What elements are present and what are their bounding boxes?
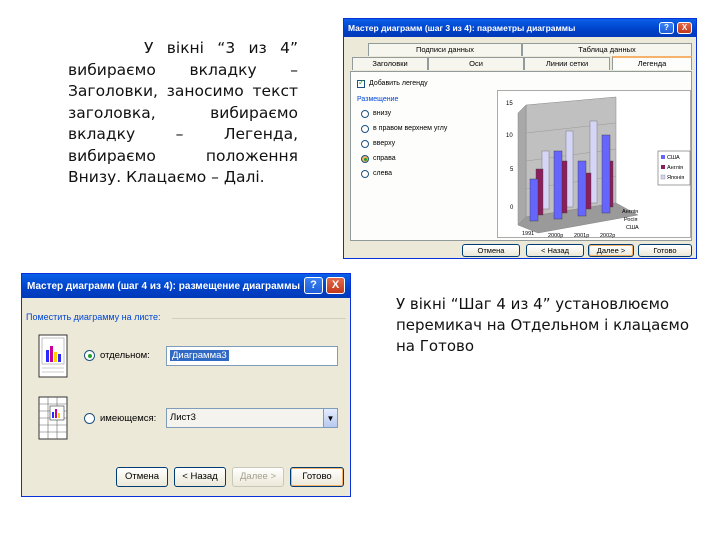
chart-wizard-step4-dialog: Мастер диаграмм (шаг 4 из 4): размещение… — [21, 273, 351, 497]
group-divider — [172, 318, 346, 319]
chart-bar — [553, 150, 563, 220]
existing-sheet-value: Лист3 — [170, 412, 196, 423]
sheet-name-value: Диаграмма3 — [170, 350, 229, 361]
cancel-button[interactable]: Отмена — [116, 467, 168, 487]
tab-data-table[interactable]: Таблица данных — [522, 43, 692, 56]
legend-entry: Японія — [667, 175, 684, 181]
radio-left[interactable] — [361, 170, 369, 178]
instruction-text-step3: У вікні “3 из 4” вибираємо вкладку – Заг… — [68, 38, 298, 189]
radio-right[interactable] — [361, 155, 369, 163]
tab-axes[interactable]: Оси — [428, 57, 524, 70]
tab-titles[interactable]: Заголовки — [352, 57, 428, 70]
legend-entry: Англія — [667, 165, 683, 171]
legend-swatch — [660, 174, 666, 180]
chart-preview-svg: 15 10 5 0 1991 2000р 2001р 2002р Англія … — [506, 96, 691, 239]
instruction-text-step3-first: У вікні “3 из 4” — [144, 39, 298, 57]
chart-bar — [529, 178, 539, 222]
chart-depth-label: США — [626, 225, 639, 231]
back-button[interactable]: < Назад — [174, 467, 226, 487]
existing-sheet-select[interactable]: Лист3 ▼ — [166, 408, 338, 428]
chart-depth-label: Росія — [624, 217, 637, 223]
radio-separate-sheet[interactable] — [84, 350, 95, 361]
next-button[interactable]: Далее > — [588, 244, 634, 257]
close-button[interactable]: X — [677, 22, 692, 34]
help-button[interactable]: ? — [659, 22, 674, 34]
radio-top-right-label: в правом верхнем углу — [373, 125, 448, 132]
chart-y-tick: 15 — [506, 101, 513, 107]
chart-depth-label: Англія — [622, 209, 638, 215]
radio-left-label: слева — [373, 170, 393, 177]
chart-y-tick: 5 — [510, 167, 514, 173]
legend-tab-panel: Добавить легенду Размещение внизу в прав… — [350, 71, 692, 241]
dialog-title: Мастер диаграмм (шаг 3 из 4): параметры … — [348, 23, 576, 33]
add-legend-label: Добавить легенду — [369, 80, 428, 87]
finish-button[interactable]: Готово — [290, 467, 344, 487]
radio-right-label: справа — [373, 155, 396, 162]
tab-data-labels[interactable]: Подписи данных — [368, 43, 522, 56]
existing-sheet-chart-icon — [38, 396, 68, 440]
placement-group-label: Размещение — [357, 96, 399, 103]
instruction-text-step4: У вікні “Шаг 4 из 4” установлюємо переми… — [396, 295, 690, 355]
legend-swatch — [661, 155, 665, 159]
chart-y-tick: 10 — [506, 133, 513, 139]
sheet-name-input[interactable]: Диаграмма3 — [166, 346, 338, 366]
chevron-down-icon[interactable]: ▼ — [323, 409, 337, 427]
radio-existing-label: имеющемся: — [100, 413, 157, 424]
help-button[interactable]: ? — [304, 277, 323, 294]
chart-preview: 15 10 5 0 1991 2000р 2001р 2002р Англія … — [497, 90, 691, 239]
placement-group-label: Поместить диаграмму на листе: — [26, 312, 161, 322]
radio-top-right[interactable] — [361, 125, 369, 133]
radio-existing-sheet[interactable] — [84, 413, 95, 424]
finish-button[interactable]: Готово — [638, 244, 692, 257]
chart-bar — [601, 134, 611, 214]
chart-x-label: 1991 — [522, 231, 534, 237]
chart-y-tick: 0 — [510, 205, 514, 211]
radio-bottom-label: внизу — [373, 110, 392, 117]
radio-separate-label: отдельном: — [100, 350, 150, 361]
chart-x-label: 2000р — [548, 233, 563, 239]
tab-legend[interactable]: Легенда — [612, 56, 692, 70]
cancel-button[interactable]: Отмена — [462, 244, 520, 257]
instruction-text-step3-rest: вибираємо вкладку – Заголовки, заносимо … — [68, 60, 298, 187]
dialog-title: Мастер диаграмм (шаг 4 из 4): размещение… — [27, 280, 301, 292]
back-button[interactable]: < Назад — [526, 244, 584, 257]
legend-entry: США — [667, 155, 680, 161]
dialog-title-bar: Мастер диаграмм (шаг 4 из 4): размещение… — [22, 274, 350, 298]
dialog-title-bar: Мастер диаграмм (шаг 3 из 4): параметры … — [344, 19, 696, 37]
chart-bar — [577, 160, 587, 217]
chart-x-label: 2001р — [574, 233, 589, 239]
chart-wizard-step3-dialog: Мастер диаграмм (шаг 3 из 4): параметры … — [343, 18, 697, 259]
next-button: Далее > — [232, 467, 284, 487]
close-button[interactable]: X — [326, 277, 345, 294]
tab-gridlines[interactable]: Линии сетки — [524, 57, 610, 70]
chart-x-label: 2002р — [600, 233, 615, 239]
radio-top-label: вверху — [373, 140, 396, 147]
radio-top[interactable] — [361, 140, 369, 148]
add-legend-checkbox[interactable] — [357, 78, 365, 88]
legend-swatch — [661, 165, 665, 169]
new-sheet-chart-icon — [38, 334, 68, 378]
chart-side-wall — [517, 104, 527, 226]
radio-bottom[interactable] — [361, 110, 369, 118]
